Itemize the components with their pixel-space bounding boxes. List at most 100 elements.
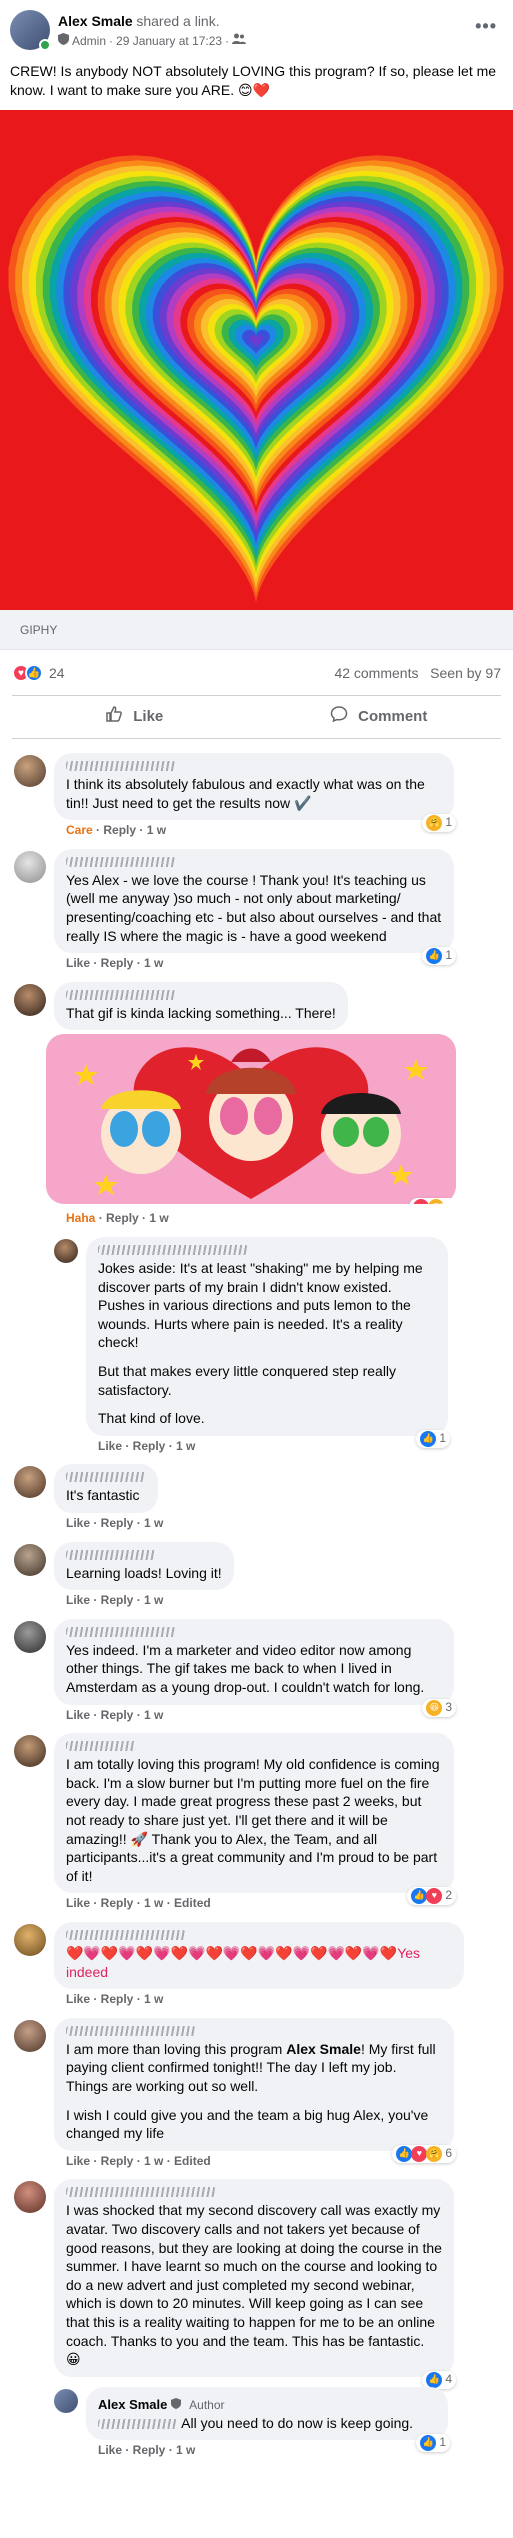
comment-label: Comment [358, 707, 428, 725]
reaction-badge[interactable]: 🤗 1 [422, 814, 456, 833]
reaction-badge-count: 1 [445, 815, 452, 830]
comment-meta[interactable]: Like · Reply · 1 w [98, 1438, 448, 1455]
comment: That gif is kinda lacking something... T… [14, 981, 499, 1227]
commenter-avatar[interactable] [14, 1466, 46, 1499]
author-badge: Author [189, 2397, 225, 2412]
commenter-avatar[interactable] [14, 983, 46, 1016]
reaction-badge-count: 1 [439, 1430, 446, 1445]
post-role: Admin [72, 34, 107, 49]
redacted-name [66, 2187, 216, 2198]
more-options-icon[interactable]: ••• [475, 14, 497, 39]
post-header: Alex Smale shared a link. Admin · 29 Jan… [10, 10, 503, 51]
redacted-name [66, 1741, 136, 1752]
comment-button[interactable]: Comment [257, 696, 502, 738]
reaction-badge[interactable]: 😆 3 [422, 1698, 456, 1717]
comment: I am totally loving this program! My old… [14, 1733, 499, 1912]
like-reaction-icon: 👍 [426, 2371, 443, 2388]
reaction-badge[interactable]: ♥ 😆 2 [409, 1197, 456, 1205]
reaction-badge[interactable]: 👍 ♥ 🤗 6 [392, 2144, 456, 2163]
reaction-badge[interactable]: 👍 1 [416, 1429, 450, 1448]
mention-link[interactable]: Alex Smale [286, 2041, 361, 2057]
comment-text: Yes indeed. I'm a marketer and video edi… [66, 1641, 425, 1695]
comment-meta[interactable]: Like · Reply · 1 w [66, 1707, 454, 1724]
comment: I think its absolutely fabulous and exac… [14, 753, 499, 839]
comment-bubble: I think its absolutely fabulous and exac… [54, 753, 456, 833]
redacted-mention [98, 2419, 178, 2430]
love-reaction-icon: ♥ [413, 1199, 430, 1205]
comment-text: I was shocked that my second discovery c… [66, 2202, 442, 2368]
powerpuff-girls-gif[interactable]: ♥ 😆 2 [46, 1034, 456, 1205]
reaction-badge[interactable]: 👍 1 [416, 2434, 450, 2453]
haha-label[interactable]: Haha [66, 1211, 95, 1225]
like-reaction-icon: 👍 [420, 2435, 437, 2452]
care-reaction-icon: 🤗 [426, 815, 443, 832]
admin-shield-icon [171, 2396, 185, 2412]
commenter-avatar[interactable] [14, 1620, 46, 1653]
commenter-avatar[interactable] [14, 1735, 46, 1768]
comment: Yes indeed. I'm a marketer and video edi… [14, 1618, 499, 1724]
care-label[interactable]: Care [66, 823, 93, 837]
comment-bubble: Alex Smale Author All you need to do now… [86, 2386, 450, 2453]
comment: Yes Alex - we love the course ! Thank yo… [14, 848, 499, 972]
comment-text: I wish I could give you and the team a b… [66, 2106, 429, 2142]
comment-bubble: That gif is kinda lacking something... T… [54, 981, 348, 1031]
haha-reaction-icon: 😆 [428, 1199, 445, 1205]
comment-bubble: It's fantastic [54, 1464, 158, 1514]
author-avatar[interactable] [54, 2388, 78, 2413]
like-reaction-icon: 👍 [25, 664, 43, 683]
comments-count[interactable]: 42 comments [334, 665, 418, 681]
love-reaction-icon: ♥ [411, 2145, 428, 2162]
redacted-name [98, 1245, 248, 1255]
seen-by[interactable]: Seen by 97 [430, 665, 501, 681]
commenter-avatar[interactable] [14, 2019, 46, 2052]
commenter-avatar[interactable] [14, 755, 46, 788]
comment-meta[interactable]: · Reply · 1 w [99, 1211, 169, 1225]
heart-gif[interactable] [0, 109, 513, 610]
thumbs-up-icon [105, 705, 123, 730]
commenter-avatar[interactable] [54, 1239, 78, 1263]
comment-text: It's fantastic [66, 1487, 140, 1504]
reaction-badge-count: 2 [447, 1199, 454, 1205]
comment-text: I think its absolutely fabulous and exac… [66, 776, 425, 811]
commenter-avatar[interactable] [14, 850, 46, 883]
comment-bubble: ❤️💗❤️💗❤️💗❤️💗❤️💗❤️💗❤️💗❤️💗❤️💗❤️Yes indeed [54, 1921, 464, 1990]
comment-bubble: Yes indeed. I'm a marketer and video edi… [54, 1618, 456, 1717]
online-indicator [39, 39, 51, 51]
care-reaction-icon: 🤗 [426, 2145, 443, 2162]
commenter-avatar[interactable] [14, 1543, 46, 1576]
comment-bubble: Yes Alex - we love the course ! Thank yo… [54, 848, 456, 966]
comment-meta[interactable]: Like · Reply · 1 w [66, 955, 454, 972]
post-actions: Like Comment [12, 695, 502, 740]
gif-source-label[interactable]: GIPHY [0, 609, 513, 650]
comment-meta[interactable]: Like · Reply · 1 w [98, 2442, 448, 2459]
commenter-avatar[interactable] [14, 1923, 46, 1956]
comment-reply: Alex Smale Author All you need to do now… [54, 2386, 499, 2459]
love-reaction-icon: ♥ [426, 1888, 443, 1905]
commenter-avatar[interactable] [14, 2181, 46, 2214]
reaction-summary[interactable]: ♥ 👍 24 42 comments Seen by 97 [10, 650, 503, 695]
comment-meta[interactable]: Like · Reply · 1 w [66, 1991, 464, 2008]
comment-text: That gif is kinda lacking something... T… [66, 1004, 336, 1021]
comment-text: All you need to do now is keep going. [181, 2414, 414, 2431]
post-text: CREW! Is anybody NOT absolutely LOVING t… [10, 63, 497, 98]
comment-meta[interactable]: Like · Reply · 1 w [66, 1515, 163, 1532]
reaction-badge[interactable]: 👍 ♥ 2 [407, 1887, 456, 1906]
comment-text: Jokes aside: It's at least "shaking" me … [98, 1260, 423, 1351]
comment-meta[interactable]: Like · Reply · 1 w [66, 1592, 234, 1609]
comment-bubble: I was shocked that my second discovery c… [54, 2179, 456, 2389]
reaction-badge[interactable]: 👍 1 [422, 947, 456, 966]
post-date[interactable]: 29 January at 17:23 [116, 33, 222, 50]
author-avatar[interactable] [10, 10, 51, 51]
group-icon [232, 33, 247, 50]
comment-reply: Jokes aside: It's at least "shaking" me … [54, 1237, 499, 1454]
like-button[interactable]: Like [12, 696, 257, 738]
reaction-badge-count: 2 [445, 1888, 452, 1903]
reply-author-name[interactable]: Alex Smale [98, 2397, 167, 2412]
comment-meta[interactable]: Like · Reply · 1 w · Edited [66, 1895, 454, 1912]
post-author-name[interactable]: Alex Smale [58, 13, 133, 29]
reaction-badge-count: 4 [445, 2371, 452, 2386]
comment-meta[interactable]: · Reply · 1 w [96, 823, 166, 837]
comment-bubble: I am more than loving this program Alex … [54, 2017, 456, 2163]
redacted-name [66, 761, 176, 772]
comment-text: I am totally loving this program! My old… [66, 1756, 440, 1884]
